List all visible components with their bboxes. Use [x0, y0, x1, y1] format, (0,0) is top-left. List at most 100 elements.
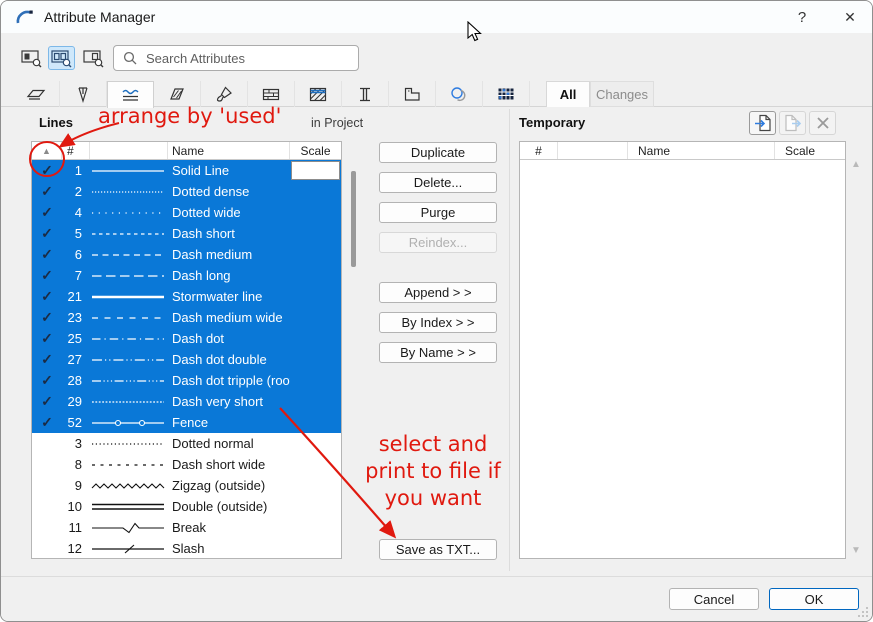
- temporary-scroll-down-arrow[interactable]: ▼: [849, 545, 863, 556]
- tab-zone-categories[interactable]: [389, 81, 436, 107]
- used-checkmark: ✓: [41, 372, 53, 388]
- tab-composites[interactable]: [248, 81, 295, 107]
- line-row-11[interactable]: 11 Break: [32, 517, 341, 538]
- search-box: [113, 45, 359, 71]
- tab-mep-systems[interactable]: [483, 81, 530, 107]
- tab-filter-changes[interactable]: Changes: [590, 81, 654, 107]
- open-file-icon: [754, 114, 771, 132]
- temp-column-header-scale[interactable]: Scale: [775, 142, 845, 159]
- purge-button[interactable]: Purge: [379, 202, 497, 223]
- line-number: 12: [67, 541, 82, 556]
- save-as-txt-button[interactable]: Save as TXT...: [379, 539, 497, 560]
- line-scale-cell: [290, 286, 341, 307]
- used-checkmark: ✓: [41, 183, 53, 199]
- line-number: 11: [68, 520, 83, 535]
- line-number: 4: [74, 205, 82, 220]
- line-preview-cell: [90, 374, 168, 388]
- line-style-preview: [92, 544, 164, 553]
- attribute-manager-dialog: Attribute Manager ? ✕ Search Attributes …: [0, 0, 873, 622]
- line-scale-cell: [290, 538, 341, 559]
- line-row-7[interactable]: ✓ 7 Dash long: [32, 265, 341, 286]
- search-input[interactable]: [144, 49, 358, 67]
- temp-column-header-name[interactable]: Name: [628, 142, 775, 159]
- open-into-temporary-button[interactable]: [749, 111, 776, 135]
- used-sort-column-header[interactable]: ▲: [32, 142, 62, 159]
- tab-surfaces[interactable]: [201, 81, 248, 107]
- tab-line-types[interactable]: [107, 81, 154, 108]
- panel-divider: [509, 109, 510, 571]
- line-scale-cell: [290, 454, 341, 475]
- line-row-52[interactable]: ✓ 52 Fence: [32, 412, 341, 433]
- line-name: Fence: [172, 415, 209, 430]
- save-from-temporary-button[interactable]: [779, 111, 806, 135]
- temp-column-header-number[interactable]: #: [520, 142, 558, 159]
- line-name: Dash dot: [172, 331, 225, 346]
- line-row-3[interactable]: 3 Dotted normal: [32, 433, 341, 454]
- line-row-9[interactable]: 9 Zigzag (outside): [32, 475, 341, 496]
- column-header-preview[interactable]: [90, 142, 168, 159]
- help-button[interactable]: ?: [787, 5, 817, 29]
- column-header-scale[interactable]: Scale: [290, 142, 341, 159]
- line-row-10[interactable]: 10 Double (outside): [32, 496, 341, 517]
- operation-profiles-icon: [451, 87, 466, 102]
- profiles-ibeam-icon: [360, 87, 370, 102]
- tab-building-materials[interactable]: [295, 81, 342, 107]
- cancel-button[interactable]: Cancel: [669, 588, 759, 610]
- duplicate-button[interactable]: Duplicate: [379, 142, 497, 163]
- line-number: 5: [74, 226, 82, 241]
- used-checkmark: ✓: [41, 267, 53, 283]
- tab-pen-sets[interactable]: [60, 81, 107, 107]
- tab-operation-profiles[interactable]: [436, 81, 483, 107]
- line-number: 6: [74, 247, 82, 262]
- line-row-12[interactable]: 12 Slash: [32, 538, 341, 559]
- temp-column-header-preview[interactable]: [558, 142, 628, 159]
- view-left-panel-button[interactable]: [18, 46, 45, 70]
- line-row-8[interactable]: 8 Dash short wide: [32, 454, 341, 475]
- reindex-button[interactable]: Reindex...: [379, 232, 497, 253]
- ok-button[interactable]: OK: [769, 588, 859, 610]
- line-scale-cell: [290, 496, 341, 517]
- composites-icon: [262, 88, 280, 101]
- line-name: Break: [172, 520, 206, 535]
- line-row-28[interactable]: ✓ 28 Dash dot tripple (roof): [32, 370, 341, 391]
- line-number: 3: [74, 436, 82, 451]
- column-header-number[interactable]: #: [62, 142, 90, 159]
- tab-layers[interactable]: [13, 81, 60, 107]
- lines-list-header: ▲ # Name Scale: [32, 142, 341, 160]
- line-row-5[interactable]: ✓ 5 Dash short: [32, 223, 341, 244]
- layers-icon: [26, 89, 46, 100]
- append-button[interactable]: Append > >: [379, 282, 497, 303]
- delete-button[interactable]: Delete...: [379, 172, 497, 193]
- line-row-21[interactable]: ✓ 21 Stormwater line: [32, 286, 341, 307]
- line-row-29[interactable]: ✓ 29 Dash very short: [32, 391, 341, 412]
- line-row-27[interactable]: ✓ 27 Dash dot double: [32, 349, 341, 370]
- view-right-panel-button[interactable]: [80, 46, 107, 70]
- search-icon: [123, 51, 137, 65]
- line-row-2[interactable]: ✓ 2 Dotted dense: [32, 181, 341, 202]
- tab-filter-all[interactable]: All: [546, 81, 590, 107]
- column-header-name[interactable]: Name: [168, 142, 290, 159]
- line-scale-cell: [290, 202, 341, 223]
- view-both-panels-button[interactable]: [48, 46, 75, 70]
- line-row-23[interactable]: ✓ 23 Dash medium wide: [32, 307, 341, 328]
- line-style-preview: [92, 337, 164, 340]
- close-button[interactable]: ✕: [835, 5, 865, 29]
- line-preview-cell: [90, 416, 168, 430]
- line-row-4[interactable]: ✓ 4 Dotted wide: [32, 202, 341, 223]
- line-style-preview: [91, 482, 165, 489]
- right-panel-title: Temporary: [519, 115, 586, 130]
- tab-fill-types[interactable]: [154, 81, 201, 107]
- line-row-25[interactable]: ✓ 25 Dash dot: [32, 328, 341, 349]
- temporary-scroll-up-arrow[interactable]: ▲: [849, 159, 863, 170]
- tab-profiles[interactable]: [342, 81, 389, 107]
- line-row-1[interactable]: ✓ 1 Solid Line: [32, 160, 341, 181]
- scale-edit-field[interactable]: [291, 161, 340, 180]
- line-name: Dash long: [172, 268, 231, 283]
- delete-temporary-button[interactable]: [809, 111, 836, 135]
- lines-scrollbar-thumb[interactable]: [351, 171, 356, 267]
- line-scale-cell: [290, 433, 341, 454]
- line-row-6[interactable]: ✓ 6 Dash medium: [32, 244, 341, 265]
- by-index-button[interactable]: By Index > >: [379, 312, 497, 333]
- by-name-button[interactable]: By Name > >: [379, 342, 497, 363]
- line-name: Solid Line: [172, 163, 230, 178]
